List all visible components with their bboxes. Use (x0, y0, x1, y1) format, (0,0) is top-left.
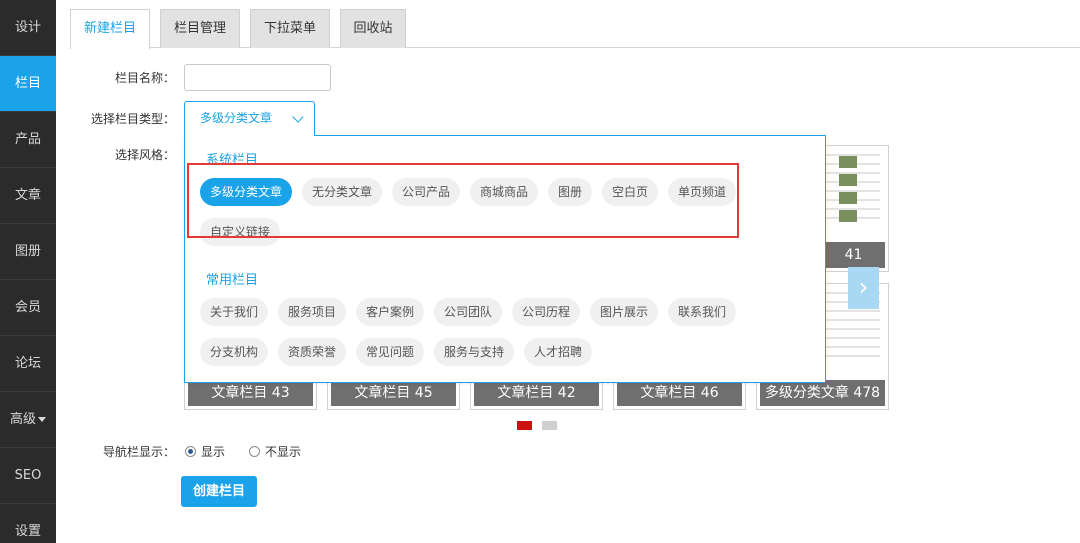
option-custom-link[interactable]: 自定义链接 (200, 218, 281, 246)
sidebar-item-articles[interactable]: 文章 (0, 168, 56, 224)
style-label: 选择风格： (114, 148, 175, 162)
style-caption: 文章栏目 45 (331, 380, 456, 406)
option-branches[interactable]: 分支机构 (200, 338, 269, 366)
nav-show-label: 显示 (201, 445, 226, 459)
sidebar-item-label: 高级 (9, 412, 36, 427)
thumb-image (839, 156, 857, 168)
common-columns-title: 常用栏目 (206, 273, 259, 288)
style-caption: 文章栏目 46 (617, 380, 742, 406)
option-multilevel-article[interactable]: 多级分类文章 (200, 178, 293, 206)
sidebar-item-design[interactable]: 设计 (0, 0, 56, 56)
style-caption: 多级分类文章 478 (760, 380, 885, 406)
option-contact-us[interactable]: 联系我们 (668, 298, 737, 326)
option-company-products[interactable]: 公司产品 (392, 178, 461, 206)
tab-new-column[interactable]: 新建栏目 (70, 9, 150, 49)
carousel-dot[interactable] (542, 421, 557, 430)
sidebar-item-products[interactable]: 产品 (0, 112, 56, 168)
option-about-us[interactable]: 关于我们 (200, 298, 269, 326)
option-faq[interactable]: 常见问题 (356, 338, 425, 366)
left-sidebar: 设计 栏目 产品 文章 图册 会员 论坛 高级 SEO 设置 (0, 0, 56, 543)
nav-hide-radio[interactable] (249, 446, 260, 457)
column-name-label: 栏目名称： (114, 71, 175, 85)
column-type-select[interactable]: 多级分类文章 (184, 101, 315, 136)
option-services[interactable]: 服务项目 (278, 298, 347, 326)
option-team[interactable]: 公司团队 (434, 298, 503, 326)
sidebar-item-columns[interactable]: 栏目 (0, 56, 56, 112)
carousel-dot-active[interactable] (517, 421, 532, 430)
option-history[interactable]: 公司历程 (512, 298, 581, 326)
tab-bar: 新建栏目 栏目管理 下拉菜单 回收站 (70, 9, 1080, 49)
system-columns-title: 系统栏目 (206, 153, 259, 168)
caret-down-icon (38, 417, 46, 422)
option-blank-page[interactable]: 空白页 (602, 178, 659, 206)
thumb-image (839, 210, 857, 222)
thumb-image (839, 174, 857, 186)
nav-show-radio[interactable] (185, 446, 196, 457)
option-gallery[interactable]: 图片展示 (590, 298, 659, 326)
column-type-value: 多级分类文章 (200, 111, 273, 125)
sidebar-item-advanced[interactable]: 高级 (0, 392, 56, 448)
column-type-dropdown: 系统栏目 多级分类文章 无分类文章 公司产品 商城商品 图册 空白页 单页频道 … (184, 135, 826, 383)
sidebar-item-seo[interactable]: SEO (0, 448, 56, 504)
option-album[interactable]: 图册 (548, 178, 593, 206)
tab-dropdown-menu[interactable]: 下拉菜单 (250, 9, 330, 48)
sidebar-item-albums[interactable]: 图册 (0, 224, 56, 280)
thumb-image (839, 192, 857, 204)
option-single-page-channel[interactable]: 单页频道 (668, 178, 737, 206)
create-column-button[interactable]: 创建栏目 (181, 476, 257, 507)
nav-hide-label: 不显示 (265, 445, 302, 459)
column-name-input[interactable] (184, 64, 331, 91)
option-cases[interactable]: 客户案例 (356, 298, 425, 326)
option-recruitment[interactable]: 人才招聘 (524, 338, 593, 366)
carousel-next-arrow-icon[interactable]: › (848, 267, 879, 309)
sidebar-item-forum[interactable]: 论坛 (0, 336, 56, 392)
style-caption: 文章栏目 42 (474, 380, 599, 406)
sidebar-item-members[interactable]: 会员 (0, 280, 56, 336)
option-qualifications[interactable]: 资质荣誉 (278, 338, 347, 366)
option-uncategorized-article[interactable]: 无分类文章 (302, 178, 383, 206)
nav-display-label: 导航栏显示： (102, 445, 175, 459)
option-support[interactable]: 服务与支持 (434, 338, 515, 366)
style-caption: 文章栏目 43 (188, 380, 313, 406)
tab-column-management[interactable]: 栏目管理 (160, 9, 240, 48)
column-type-label: 选择栏目类型： (90, 112, 175, 126)
chevron-down-icon (292, 111, 304, 123)
tab-recycle-bin[interactable]: 回收站 (340, 9, 406, 48)
sidebar-item-settings[interactable]: 设置 (0, 504, 56, 543)
option-mall-goods[interactable]: 商城商品 (470, 178, 539, 206)
